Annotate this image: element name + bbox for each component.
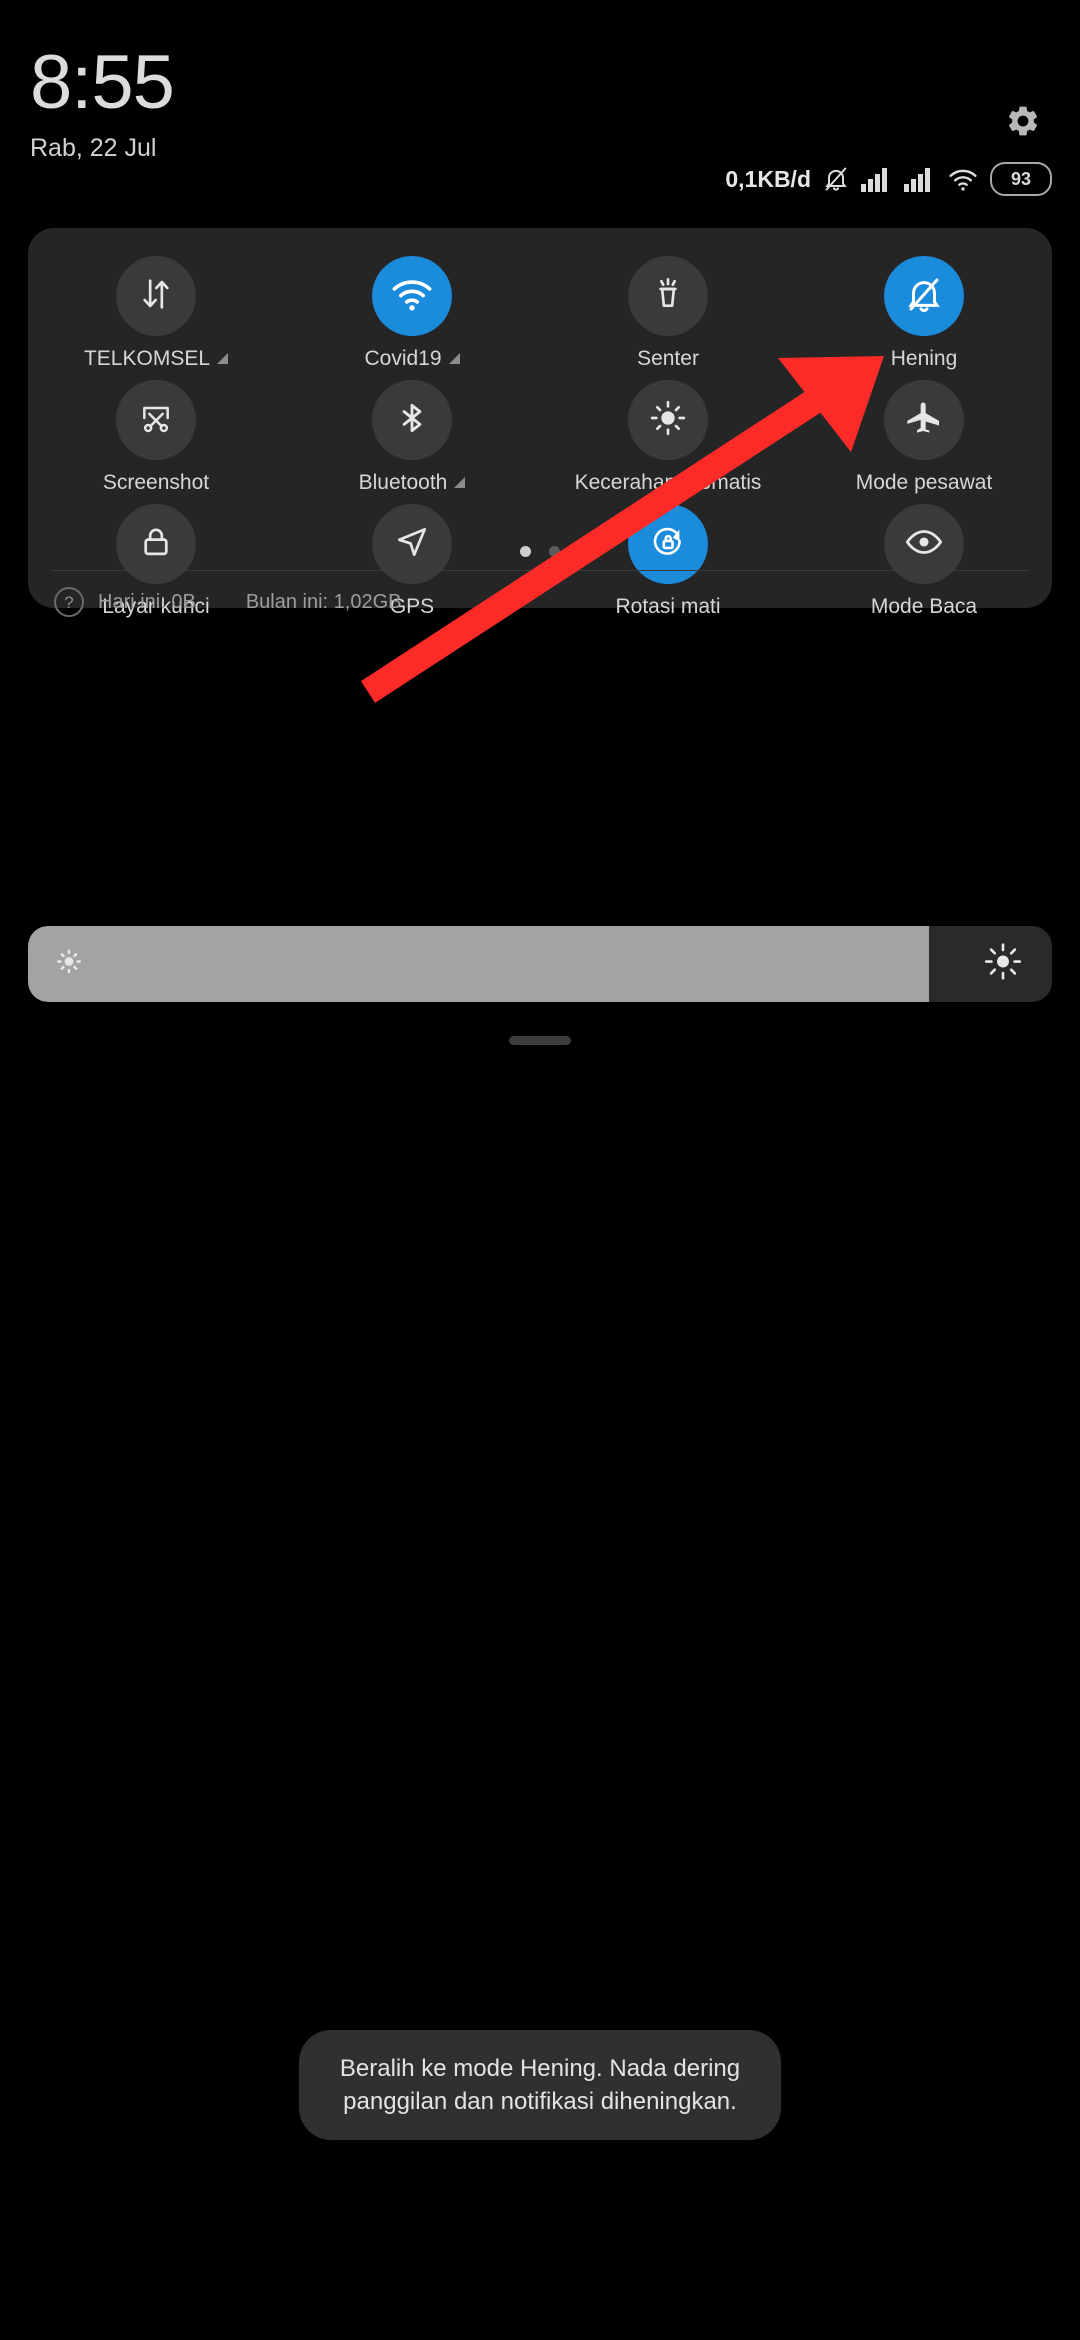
qs-tile-label: Covid19 [364,347,442,370]
tile-circle [116,380,196,460]
clock-time: 8:55 [30,40,175,125]
network-speed-text: 0,1KB/d [725,165,811,192]
qs-tile-label: Bluetooth [358,471,448,494]
toast-message: Beralih ke mode Hening. Nada dering pang… [339,2055,741,2115]
tile-circle [372,380,452,460]
mobile-data-icon [136,274,176,319]
quick-settings-row: Screenshot Bluetooth Kecerahan otomatis … [28,374,1052,498]
brightness-high-icon [982,941,1024,988]
tile-label-wrap: Senter [637,347,699,371]
qs-tile-label: Hening [890,347,958,370]
qs-tile-screenshot[interactable]: Screenshot [28,374,284,498]
qs-tile-label: Kecerahan otomatis [574,471,762,494]
qs-tile-hening[interactable]: Hening [796,250,1052,374]
panel-drag-handle[interactable] [509,1036,571,1045]
airplane-icon [904,398,944,443]
question-mark-icon[interactable]: ? [54,587,84,617]
qs-tile-covid19[interactable]: Covid19 [284,250,540,374]
expand-triangle-icon[interactable] [448,352,460,364]
tile-circle [628,504,708,584]
tile-circle [116,256,196,336]
bluetooth-icon [393,399,431,442]
tile-circle [628,380,708,460]
eye-icon [903,521,945,568]
tile-circle [628,256,708,336]
qs-tile-label: Mode Baca [870,595,978,618]
quick-settings-row: TELKOMSEL Covid19 Senter Hening [28,250,1052,374]
location-arrow-icon [393,523,431,566]
tile-circle [372,504,452,584]
qs-tile-label: TELKOMSEL [83,347,211,370]
tile-circle [116,504,196,584]
tile-circle [372,256,452,336]
signal-bars-icon [861,166,893,192]
battery-level-text: 93 [1010,169,1032,189]
qs-tile-senter[interactable]: Senter [540,250,796,374]
qs-tile-label: Rotasi mati [615,595,721,618]
gear-icon [1005,103,1041,144]
qs-tile-label: Screenshot [102,471,210,494]
expand-triangle-icon[interactable] [217,352,229,364]
expand-triangle-icon[interactable] [454,476,466,488]
bell-slash-icon [822,165,850,193]
quick-settings-grid: TELKOMSEL Covid19 Senter Hening Screensh… [28,250,1052,622]
tile-label-wrap: Mode Baca [871,595,977,619]
screenshot-scissors-icon [136,398,176,443]
qs-tile-label: Mode pesawat [855,471,993,494]
clock-date: Rab, 22 Jul [30,134,157,162]
lock-icon [137,523,175,566]
qs-tile-auto-brightness[interactable]: Kecerahan otomatis [540,374,796,498]
tile-circle [884,380,964,460]
tile-label-wrap: Covid19 [364,347,460,371]
wifi-icon [947,166,979,192]
quick-settings-panel: TELKOMSEL Covid19 Senter Hening Screensh… [28,228,1052,618]
qs-tile-bluetooth[interactable]: Bluetooth [284,374,540,498]
data-usage-today: Hari ini: 0B [98,590,196,613]
brightness-low-icon [52,945,86,984]
status-bar: 0,1KB/d 93 [725,160,1052,198]
page-dot[interactable] [549,546,560,557]
tile-circle [884,256,964,336]
tile-label-wrap: Hening [891,347,958,371]
toast-notification: Beralih ke mode Hening. Nada dering pang… [299,2030,781,2140]
qs-tile-airplane-mode[interactable]: Mode pesawat [796,374,1052,498]
data-usage-month: Bulan ini: 1,02GB [245,590,402,613]
wifi-icon [390,276,434,317]
battery-indicator: 93 [990,162,1052,196]
brightness-slider-fill [28,926,930,1002]
divider [50,570,1030,571]
settings-button[interactable] [996,96,1050,150]
data-usage-row[interactable]: ? Hari ini: 0B Bulan ini: 1,02GB [54,580,401,624]
tile-circle [884,504,964,584]
page-indicator [28,546,1052,557]
tile-label-wrap: Rotasi mati [615,595,720,619]
tile-label-wrap: Bluetooth [359,471,466,495]
tile-label-wrap: TELKOMSEL [83,347,229,371]
lockscreen-clock-block: 8:55 Rab, 22 Jul [30,40,630,163]
page-dot-active[interactable] [520,546,531,557]
tile-label-wrap: Mode pesawat [856,471,993,495]
qs-tile-label: Senter [637,347,699,370]
bell-slash-icon [903,273,945,320]
qs-tile-telkomsel[interactable]: TELKOMSEL [28,250,284,374]
tile-label-wrap: Screenshot [103,471,209,495]
tile-label-wrap: Kecerahan otomatis [575,471,762,495]
flashlight-icon [648,274,688,319]
qs-tile-rotasi-mati[interactable]: Rotasi mati [540,498,796,622]
brightness-slider[interactable] [28,926,1052,1002]
rotation-lock-icon [647,521,689,568]
auto-brightness-icon [648,398,688,443]
qs-tile-mode-baca[interactable]: Mode Baca [796,498,1052,622]
signal-bars-icon [904,166,936,192]
